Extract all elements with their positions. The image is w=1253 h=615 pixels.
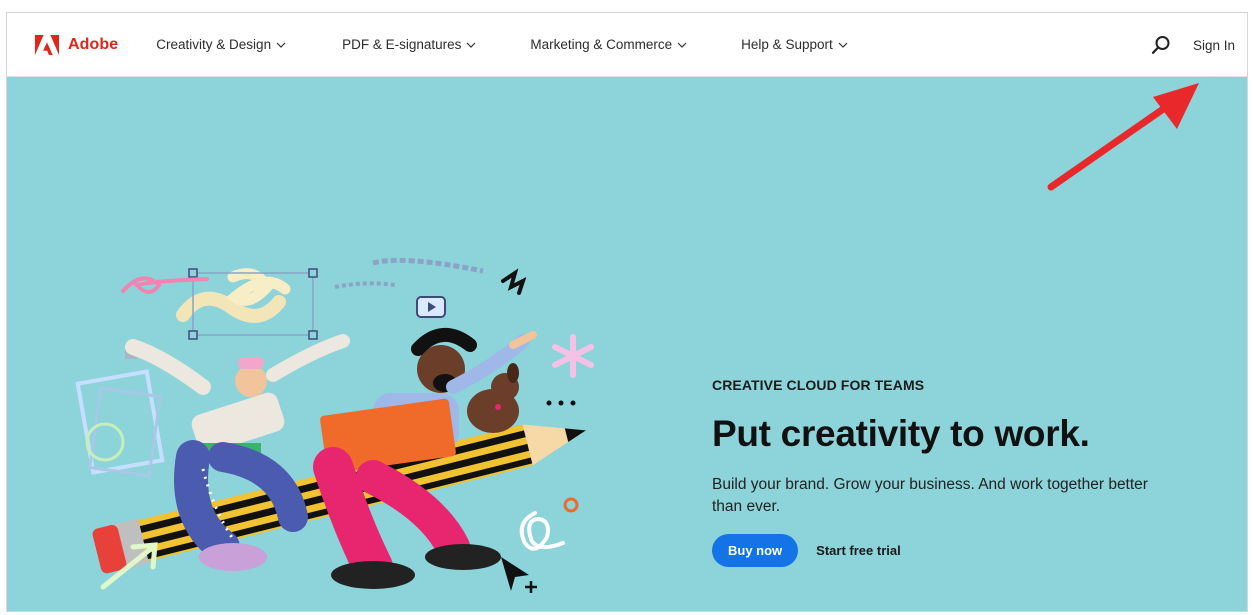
nav-item-creativity-design[interactable]: Creativity & Design: [156, 37, 286, 52]
nav-item-label: Help & Support: [741, 37, 833, 52]
red-annotation-arrow-icon: [1047, 83, 1199, 191]
nav-item-label: Creativity & Design: [156, 37, 272, 52]
nav-item-marketing-commerce[interactable]: Marketing & Commerce: [530, 37, 687, 52]
hero-headline: Put creativity to work.: [712, 413, 1090, 454]
buy-now-button[interactable]: Buy now: [712, 534, 799, 568]
global-nav: Adobe Creativity & Design PDF & E-signat…: [7, 13, 1247, 77]
hero-eyebrow: CREATIVE CLOUD FOR TEAMS: [712, 377, 925, 393]
search-icon[interactable]: [1151, 35, 1171, 55]
brand-name: Adobe: [68, 35, 119, 53]
hero-body: Build your brand. Grow your business. An…: [712, 475, 1148, 516]
nav-item-pdf-esignatures[interactable]: PDF & E-signatures: [342, 37, 476, 52]
chevron-down-icon: [276, 42, 286, 48]
nav-item-label: Marketing & Commerce: [530, 37, 673, 52]
adobe-logo-icon: [35, 34, 59, 55]
hero-illustration: [75, 257, 594, 593]
nav-menu: Creativity & Design PDF & E-signatures M…: [156, 37, 901, 52]
chevron-down-icon: [677, 42, 687, 48]
hero-copy: CREATIVE CLOUD FOR TEAMS Put creativity …: [712, 377, 1182, 568]
nav-item-label: PDF & E-signatures: [342, 37, 462, 52]
browser-viewport: Adobe Creativity & Design PDF & E-signat…: [6, 12, 1248, 612]
nav-actions: Sign In: [1151, 13, 1235, 77]
adobe-logo-link[interactable]: Adobe: [35, 34, 119, 55]
hero-cta-row: Buy now Start free trial: [712, 534, 1182, 568]
chevron-down-icon: [838, 42, 848, 48]
start-free-trial-link[interactable]: Start free trial: [816, 543, 901, 558]
chevron-down-icon: [466, 42, 476, 48]
nav-item-help-support[interactable]: Help & Support: [741, 37, 848, 52]
sign-in-link[interactable]: Sign In: [1193, 38, 1235, 53]
